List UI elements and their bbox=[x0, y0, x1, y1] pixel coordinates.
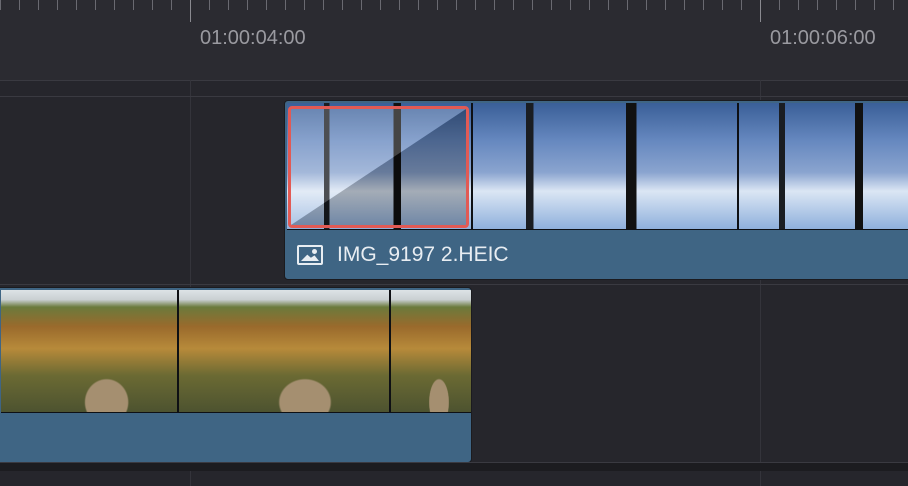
clip-label-bar bbox=[0, 414, 471, 462]
ruler-tick bbox=[266, 0, 267, 10]
ruler-tick bbox=[38, 0, 39, 10]
ruler-tick bbox=[456, 0, 457, 10]
ruler-tick bbox=[171, 0, 172, 10]
ruler-tick bbox=[570, 0, 571, 10]
ruler-tick bbox=[627, 0, 628, 10]
thumbnail bbox=[391, 290, 471, 412]
thumbnail bbox=[1, 290, 177, 412]
thumbnail bbox=[179, 290, 389, 412]
ruler-tick bbox=[741, 0, 742, 10]
ruler-tick bbox=[494, 0, 495, 10]
ruler-tick bbox=[874, 0, 875, 10]
ruler-tick bbox=[722, 0, 723, 10]
ruler-tick bbox=[418, 0, 419, 10]
ruler-tick bbox=[589, 0, 590, 10]
image-icon bbox=[297, 245, 323, 265]
ruler-tick bbox=[342, 0, 343, 10]
thumbnail bbox=[739, 103, 908, 229]
ruler-tick bbox=[247, 0, 248, 10]
video-clip-lower[interactable] bbox=[0, 287, 472, 463]
ruler-tick bbox=[304, 0, 305, 10]
ruler-tick bbox=[665, 0, 666, 10]
ruler-tick bbox=[19, 0, 20, 10]
ruler-tick bbox=[684, 0, 685, 10]
clip-name: IMG_9197 2.HEIC bbox=[337, 243, 509, 266]
ruler-tick bbox=[798, 0, 799, 10]
ruler-tick bbox=[855, 0, 856, 10]
thumbnail-divider bbox=[177, 290, 179, 412]
ruler-tick bbox=[57, 0, 58, 10]
ruler-tick bbox=[513, 0, 514, 10]
ruler-tick bbox=[95, 0, 96, 10]
ruler-tick bbox=[608, 0, 609, 10]
track-bottom-divider bbox=[0, 462, 908, 471]
ruler-tick bbox=[152, 0, 153, 10]
ruler-tick bbox=[380, 0, 381, 10]
ruler-tick bbox=[285, 0, 286, 10]
ruler-tick bbox=[209, 0, 210, 10]
ruler-major-tick bbox=[760, 0, 761, 22]
ruler-tick bbox=[646, 0, 647, 10]
ruler-tick bbox=[399, 0, 400, 10]
ruler-tick bbox=[133, 0, 134, 10]
transition-cross-dissolve[interactable] bbox=[288, 106, 469, 228]
ruler-tick bbox=[437, 0, 438, 10]
track-separator bbox=[0, 284, 908, 285]
thumbnail-divider bbox=[471, 103, 473, 229]
clip-thumbnails bbox=[1, 290, 471, 413]
ruler-tick bbox=[779, 0, 780, 10]
thumbnail-divider bbox=[737, 103, 739, 229]
thumbnail bbox=[473, 103, 737, 229]
ruler-tick bbox=[323, 0, 324, 10]
timeline-ruler[interactable]: 01:00:04:00 01:00:06:00 bbox=[0, 0, 908, 81]
clip-label-bar: IMG_9197 2.HEIC bbox=[285, 231, 908, 279]
timecode-label: 01:00:06:00 bbox=[770, 27, 876, 49]
ruler-tick bbox=[114, 0, 115, 10]
ruler-tick bbox=[836, 0, 837, 10]
track-separator bbox=[0, 96, 908, 97]
thumbnail-divider bbox=[389, 290, 391, 412]
ruler-tick bbox=[361, 0, 362, 10]
ruler-tick bbox=[0, 0, 1, 10]
timecode-label: 01:00:04:00 bbox=[200, 27, 306, 49]
ruler-tick bbox=[532, 0, 533, 10]
ruler-tick bbox=[551, 0, 552, 10]
ruler-major-tick bbox=[190, 0, 191, 22]
ruler-tick bbox=[475, 0, 476, 10]
ruler-tick bbox=[76, 0, 77, 10]
ruler-tick bbox=[703, 0, 704, 10]
ruler-tick bbox=[893, 0, 894, 10]
ruler-tick bbox=[228, 0, 229, 10]
ruler-tick bbox=[817, 0, 818, 10]
